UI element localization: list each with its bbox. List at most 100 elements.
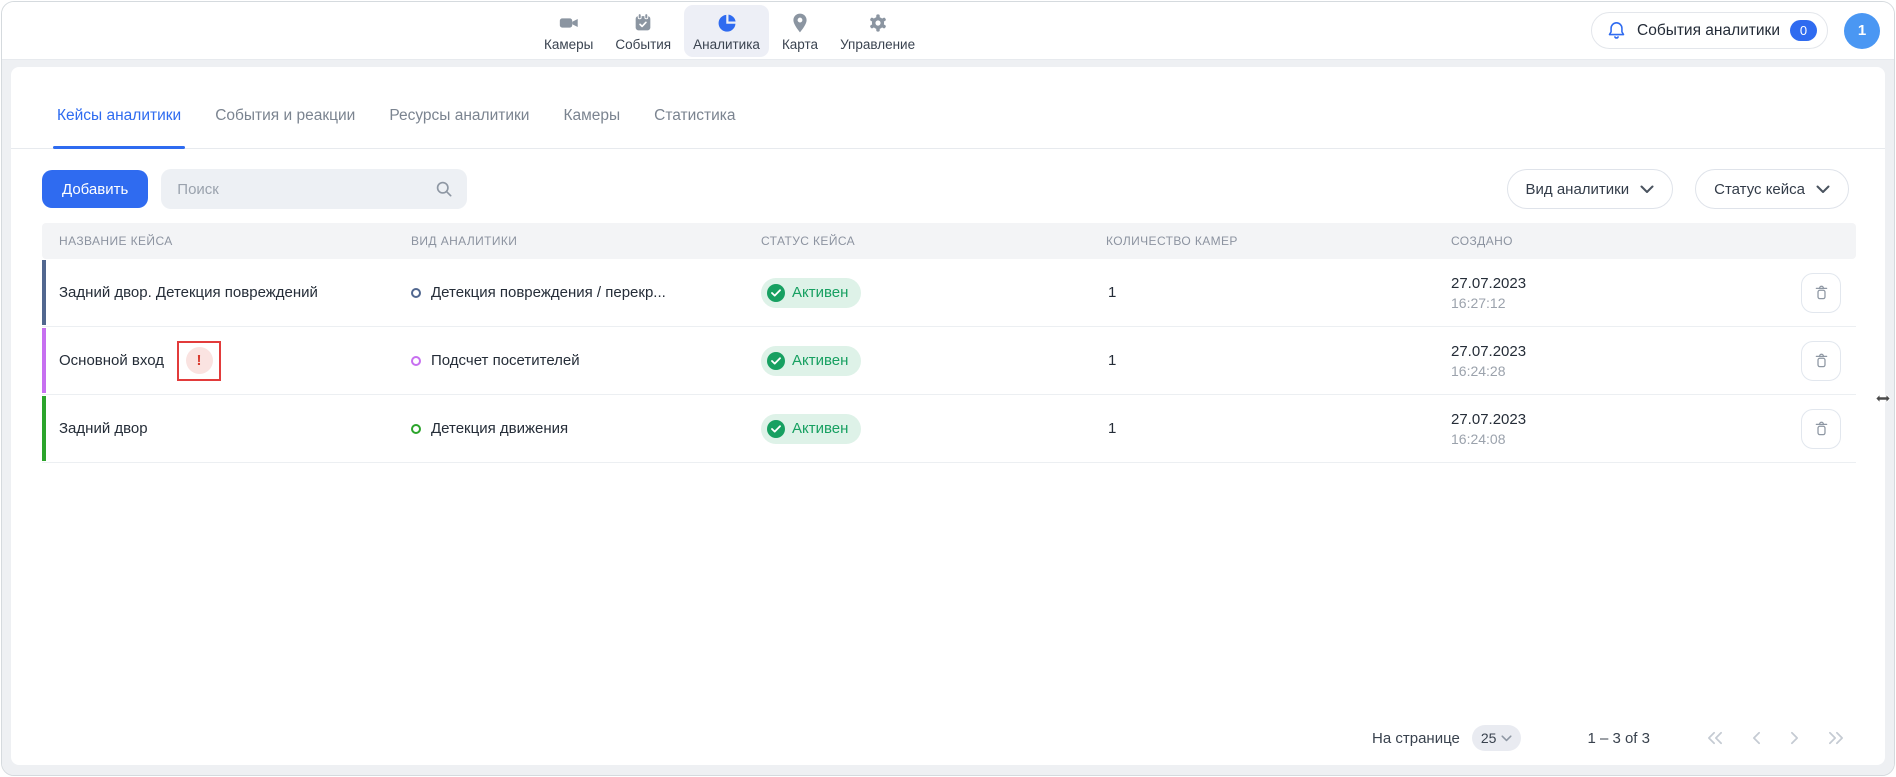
analytics-type-label: Детекция повреждения / перекр... [431,284,666,301]
col-header-case-status: СТАТУС КЕЙСА [761,234,1106,248]
main-navigation: Камеры События [535,5,924,57]
search-box [161,169,467,209]
created-time: 16:24:08 [1451,431,1788,447]
first-page-button[interactable] [1706,731,1724,745]
table-row[interactable]: Основной вход ! Подсчет посетителей [42,327,1856,395]
nav-item-events[interactable]: События [606,5,680,57]
search-input[interactable] [161,169,467,209]
trash-icon [1812,419,1831,438]
check-icon [767,284,785,302]
status-label: Активен [792,284,848,301]
case-status-filter[interactable]: Статус кейса [1695,169,1849,209]
camera-count: 1 [1106,284,1451,301]
camera-count: 1 [1106,420,1451,437]
table-toolbar: Добавить Вид аналитики [42,169,1849,209]
content-area: Кейсы аналитики События и реакции Ресурс… [2,60,1894,775]
map-pin-icon [788,11,812,35]
empty-space [11,463,1885,725]
trash-icon [1812,351,1831,370]
user-avatar[interactable]: 1 [1844,13,1880,49]
calendar-check-icon [631,11,655,35]
analytics-type-icon [411,288,421,298]
analytics-type-label: Подсчет посетителей [431,352,580,369]
double-chevron-right-icon [1827,731,1845,745]
chevron-down-icon [1640,185,1654,194]
nav-item-map[interactable]: Карта [773,5,827,57]
case-name: Задний двор. Детекция повреждений [59,284,318,301]
trash-icon [1812,283,1831,302]
created-cell: 27.07.2023 16:24:08 [1451,411,1788,447]
per-page-label: На странице [1372,730,1460,747]
nav-label: Управление [840,37,915,52]
chevron-down-icon [1816,185,1830,194]
col-header-analytics-type: ВИД АНАЛИТИКИ [411,234,761,248]
status-label: Активен [792,352,848,369]
analytics-events-label: События аналитики [1637,22,1780,40]
status-badge: Активен [761,346,861,376]
case-name: Задний двор [59,420,148,437]
analytics-type-icon [411,356,421,366]
nav-item-analytics[interactable]: Аналитика [684,5,769,57]
created-time: 16:24:28 [1451,363,1788,379]
camera-count: 1 [1106,352,1451,369]
app-window: Камеры События [1,1,1895,776]
double-chevron-left-icon [1706,731,1724,745]
prev-page-button[interactable] [1751,731,1762,745]
row-accent-bar [42,260,46,325]
alert-annotation: ! [177,341,221,381]
created-date: 27.07.2023 [1451,275,1788,292]
tab-statistics[interactable]: Статистика [654,107,735,148]
pagination-bar: На странице 25 1 – 3 of 3 [11,725,1885,765]
created-cell: 27.07.2023 16:24:28 [1451,343,1788,379]
next-page-button[interactable] [1789,731,1800,745]
col-header-created: СОЗДАНО [1451,234,1788,248]
table-row[interactable]: Задний двор Детекция движения Активен [42,395,1856,463]
table-row[interactable]: Задний двор. Детекция повреждений Детекц… [42,259,1856,327]
col-header-camera-count: КОЛИЧЕСТВО КАМЕР [1106,234,1451,248]
case-name: Основной вход [59,352,164,369]
check-icon [767,352,785,370]
search-icon[interactable] [434,179,454,204]
tab-events-reactions[interactable]: События и реакции [215,107,355,148]
nav-item-cameras[interactable]: Камеры [535,5,602,57]
tab-analytics-cases[interactable]: Кейсы аналитики [57,107,181,148]
analytics-panel: Кейсы аналитики События и реакции Ресурс… [11,67,1885,765]
status-badge: Активен [761,414,861,444]
chevron-left-icon [1751,731,1762,745]
tab-cameras[interactable]: Камеры [563,107,620,148]
delete-case-button[interactable] [1801,273,1841,313]
nav-label: Карта [782,37,818,52]
gear-icon [866,11,890,35]
nav-label: Камеры [544,37,593,52]
nav-item-management[interactable]: Управление [831,5,924,57]
add-button[interactable]: Добавить [42,170,148,208]
page-range-label: 1 – 3 of 3 [1587,730,1650,747]
check-icon [767,420,785,438]
analytics-events-button[interactable]: События аналитики 0 [1591,12,1828,49]
pie-chart-icon [715,11,739,35]
created-date: 27.07.2023 [1451,343,1788,360]
table-header: НАЗВАНИЕ КЕЙСА ВИД АНАЛИТИКИ СТАТУС КЕЙС… [42,223,1856,259]
tab-analytics-resources[interactable]: Ресурсы аналитики [389,107,529,148]
top-bar-right: События аналитики 0 1 [1591,12,1880,49]
created-cell: 27.07.2023 16:27:12 [1451,275,1788,311]
status-badge: Активен [761,278,861,308]
analytics-type-icon [411,424,421,434]
row-accent-bar [42,396,46,461]
created-date: 27.07.2023 [1451,411,1788,428]
per-page-select[interactable]: 25 [1472,725,1522,751]
warning-icon: ! [186,347,213,374]
created-time: 16:27:12 [1451,295,1788,311]
video-camera-icon [557,11,581,35]
status-label: Активен [792,420,848,437]
chevron-down-icon [1501,735,1512,742]
nav-label: События [615,37,671,52]
nav-label: Аналитика [693,37,760,52]
cases-table: НАЗВАНИЕ КЕЙСА ВИД АНАЛИТИКИ СТАТУС КЕЙС… [42,223,1856,463]
analytics-type-filter[interactable]: Вид аналитики [1507,169,1674,209]
last-page-button[interactable] [1827,731,1845,745]
bell-icon [1606,20,1627,41]
delete-case-button[interactable] [1801,409,1841,449]
delete-case-button[interactable] [1801,341,1841,381]
mouse-cursor [1875,391,1891,409]
